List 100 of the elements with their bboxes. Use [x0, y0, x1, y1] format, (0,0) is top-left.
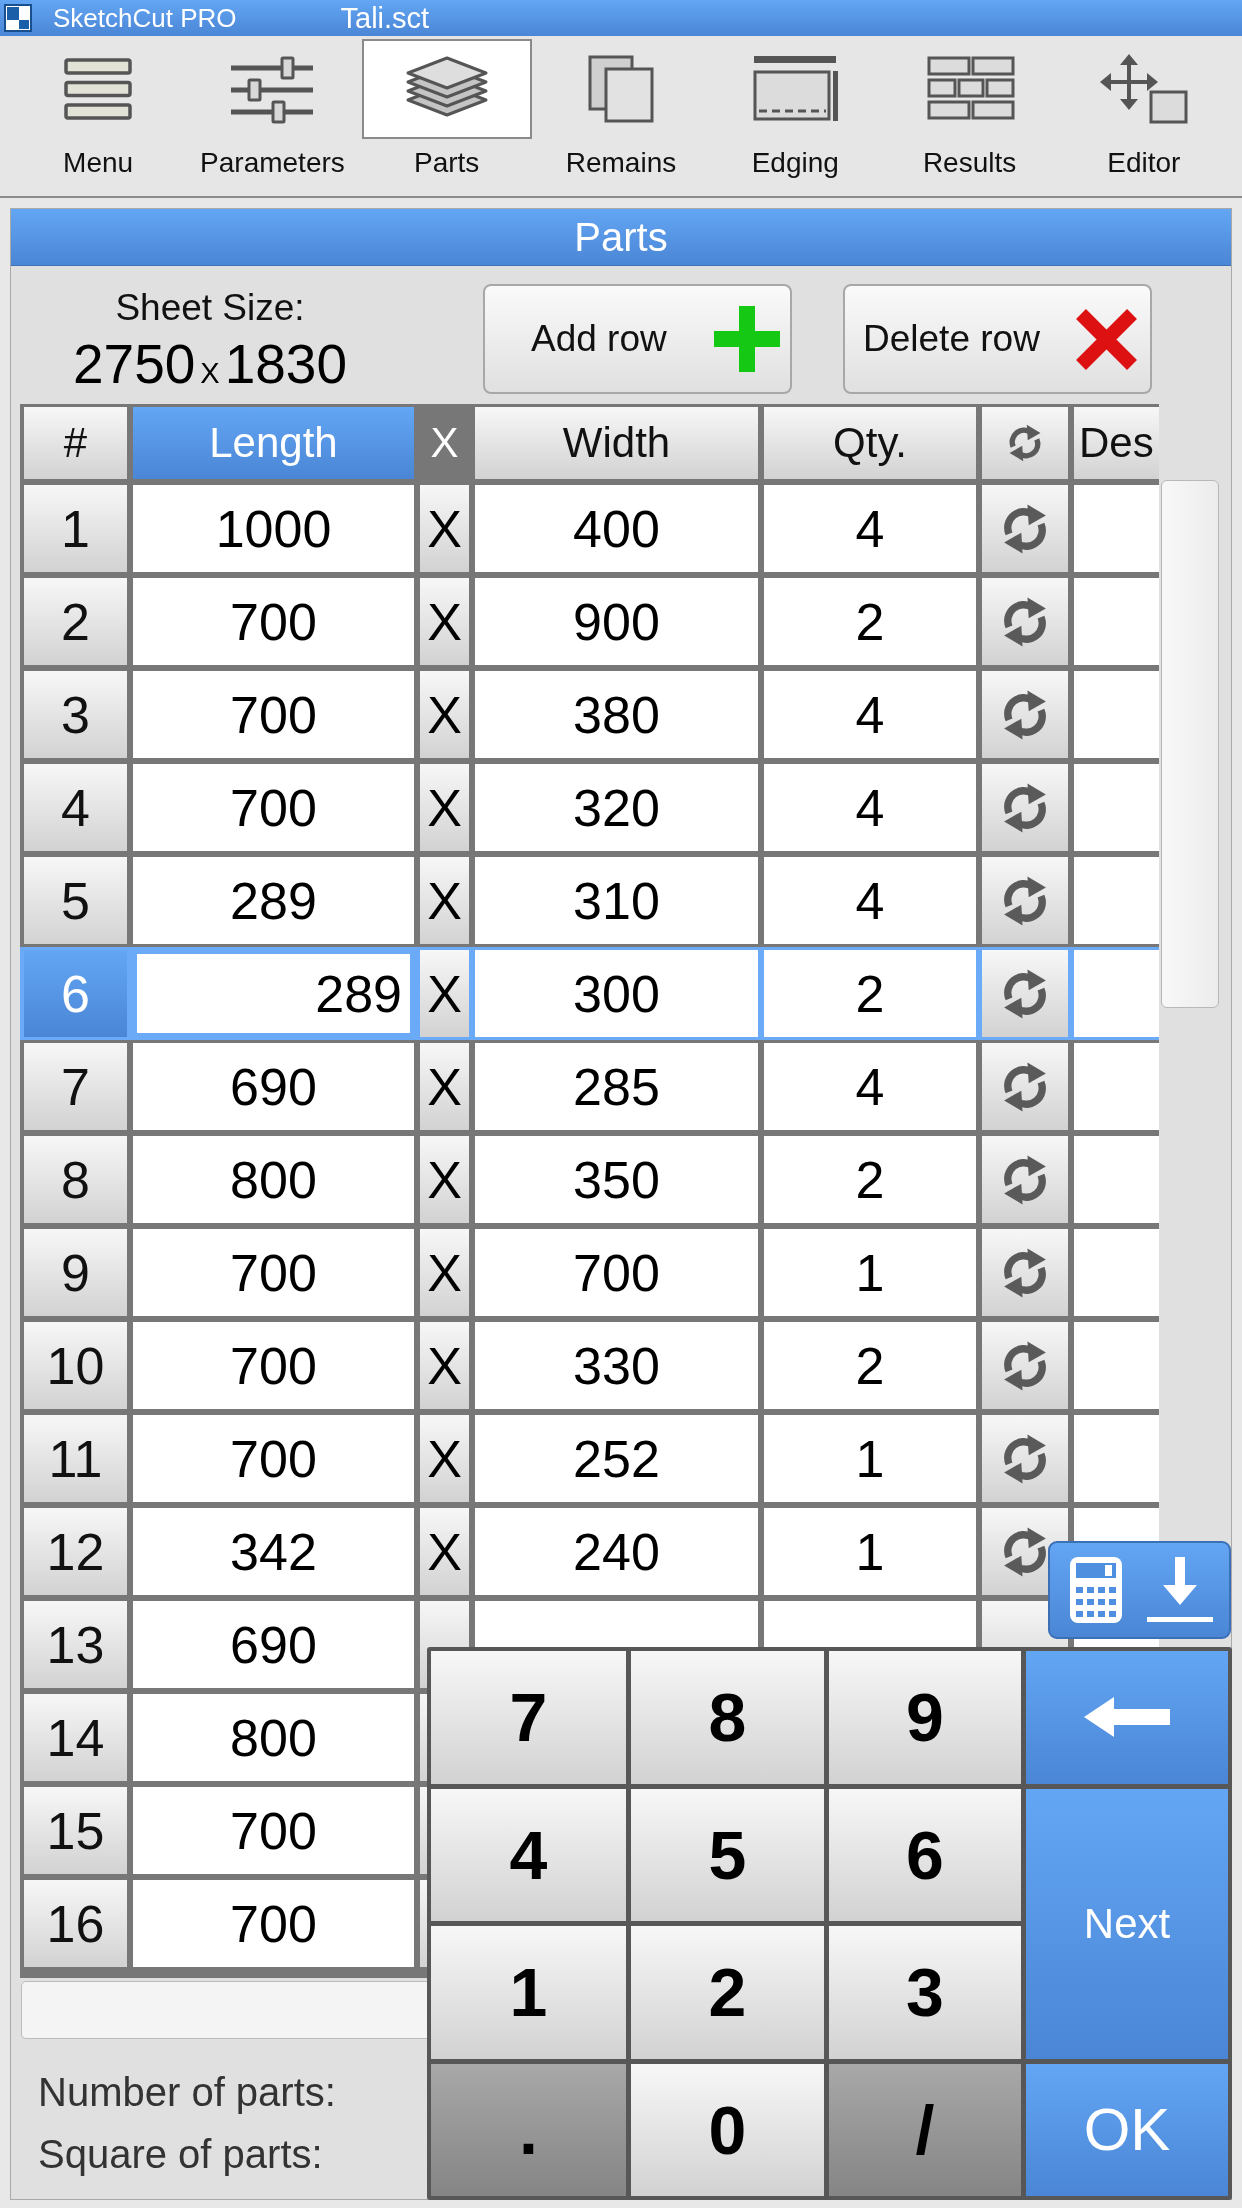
- toolbar-tab[interactable]: Results: [884, 36, 1055, 196]
- table-cell[interactable]: 4: [764, 485, 976, 572]
- table-cell[interactable]: 4: [764, 764, 976, 851]
- row-number[interactable]: 8: [24, 1136, 127, 1223]
- table-cell[interactable]: 1: [764, 1415, 976, 1502]
- table-cell[interactable]: 700: [133, 671, 414, 758]
- column-header[interactable]: Width: [475, 407, 758, 479]
- table-cell[interactable]: 700: [133, 764, 414, 851]
- column-header[interactable]: Qty.: [764, 407, 976, 479]
- digit-key[interactable]: 9: [829, 1651, 1021, 1784]
- table-cell[interactable]: 310: [475, 857, 758, 944]
- table-cell[interactable]: 1000: [133, 485, 414, 572]
- rotate-button[interactable]: [982, 950, 1068, 1037]
- table-cell[interactable]: 285: [475, 1043, 758, 1130]
- table-cell[interactable]: 320: [475, 764, 758, 851]
- left-arrow-icon: [1082, 1695, 1172, 1740]
- digit-key[interactable]: 3: [829, 1926, 1021, 2059]
- column-header[interactable]: [982, 407, 1068, 479]
- row-number[interactable]: 9: [24, 1229, 127, 1316]
- table-cell[interactable]: 700: [133, 1322, 414, 1409]
- table-cell[interactable]: 4: [764, 671, 976, 758]
- row-number[interactable]: 10: [24, 1322, 127, 1409]
- toolbar-tab[interactable]: Parameters: [187, 36, 358, 196]
- table-row[interactable]: 6 289 X 300 2: [20, 947, 1159, 1040]
- table-cell[interactable]: 289: [133, 857, 414, 944]
- toolbar-tab[interactable]: Remains: [536, 36, 706, 196]
- table-cell[interactable]: 700: [133, 578, 414, 665]
- digit-key[interactable]: 7: [431, 1651, 626, 1784]
- table-cell[interactable]: 350: [475, 1136, 758, 1223]
- digit-key[interactable]: 2: [631, 1926, 824, 2059]
- table-cell[interactable]: 700: [133, 1787, 414, 1874]
- rotate-button[interactable]: [982, 764, 1068, 851]
- row-number[interactable]: 12: [24, 1508, 127, 1595]
- table-cell: X: [420, 1229, 469, 1316]
- table-cell[interactable]: 800: [133, 1694, 414, 1781]
- table-cell[interactable]: 700: [475, 1229, 758, 1316]
- table-cell: X: [420, 1415, 469, 1502]
- column-header[interactable]: #: [24, 407, 127, 479]
- table-cell[interactable]: 240: [475, 1508, 758, 1595]
- vertical-scrollbar[interactable]: [1161, 480, 1219, 1008]
- digit-key[interactable]: 5: [631, 1788, 824, 1921]
- delete-row-button[interactable]: Delete row: [843, 284, 1152, 394]
- column-header[interactable]: Des: [1074, 407, 1159, 479]
- table-cell[interactable]: 690: [133, 1601, 414, 1688]
- rotate-button[interactable]: [982, 485, 1068, 572]
- row-number[interactable]: 5: [24, 857, 127, 944]
- table-cell[interactable]: 2: [764, 578, 976, 665]
- digit-key[interactable]: 4: [431, 1788, 626, 1921]
- table-cell[interactable]: 700: [133, 1229, 414, 1316]
- table-cell[interactable]: 330: [475, 1322, 758, 1409]
- table-cell[interactable]: 800: [133, 1136, 414, 1223]
- rotate-button[interactable]: [982, 1229, 1068, 1316]
- row-number[interactable]: 3: [24, 671, 127, 758]
- row-number[interactable]: 16: [24, 1880, 127, 1967]
- rotate-button[interactable]: [982, 857, 1068, 944]
- table-cell[interactable]: 900: [475, 578, 758, 665]
- row-number[interactable]: 13: [24, 1601, 127, 1688]
- calculator-button[interactable]: [1048, 1541, 1231, 1639]
- backspace-key[interactable]: [1026, 1651, 1228, 1784]
- toolbar-tab[interactable]: Editor: [1058, 36, 1229, 196]
- toolbar-tab[interactable]: Menu: [13, 36, 184, 196]
- table-cell[interactable]: 400: [475, 485, 758, 572]
- row-number[interactable]: 7: [24, 1043, 127, 1130]
- rotate-button[interactable]: [982, 1043, 1068, 1130]
- rotate-button[interactable]: [982, 578, 1068, 665]
- digit-key[interactable]: 0: [631, 2063, 824, 2196]
- rotate-button[interactable]: [982, 1136, 1068, 1223]
- table-cell[interactable]: 300: [475, 950, 758, 1037]
- row-number[interactable]: 11: [24, 1415, 127, 1502]
- rotate-button[interactable]: [982, 671, 1068, 758]
- rotate-button[interactable]: [982, 1322, 1068, 1409]
- row-number[interactable]: 15: [24, 1787, 127, 1874]
- toolbar-tab[interactable]: Parts: [361, 36, 532, 196]
- add-row-button[interactable]: Add row: [483, 284, 792, 394]
- table-cell[interactable]: 1: [764, 1508, 976, 1595]
- table-cell[interactable]: 4: [764, 857, 976, 944]
- table-cell[interactable]: 380: [475, 671, 758, 758]
- symbol-key[interactable]: .: [431, 2063, 626, 2196]
- table-cell[interactable]: 342: [133, 1508, 414, 1595]
- table-cell: X: [420, 764, 469, 851]
- table-cell[interactable]: 2: [764, 1136, 976, 1223]
- digit-key[interactable]: 6: [829, 1788, 1021, 1921]
- row-number[interactable]: 2: [24, 578, 127, 665]
- row-number[interactable]: 14: [24, 1694, 127, 1781]
- table-cell[interactable]: 700: [133, 1415, 414, 1502]
- table-cell[interactable]: 700: [133, 1880, 414, 1967]
- digit-key[interactable]: 8: [631, 1651, 824, 1784]
- row-number[interactable]: 1: [24, 485, 127, 572]
- table-cell[interactable]: 1: [764, 1229, 976, 1316]
- table-cell: X: [420, 1136, 469, 1223]
- row-number[interactable]: 4: [24, 764, 127, 851]
- digit-key[interactable]: 1: [431, 1926, 626, 2059]
- rotate-button[interactable]: [982, 1415, 1068, 1502]
- table-cell[interactable]: 2: [764, 950, 976, 1037]
- toolbar-tab[interactable]: Edging: [710, 36, 881, 196]
- table-cell[interactable]: 2: [764, 1322, 976, 1409]
- symbol-key[interactable]: /: [829, 2063, 1021, 2196]
- table-cell[interactable]: 690: [133, 1043, 414, 1130]
- table-cell[interactable]: 252: [475, 1415, 758, 1502]
- table-cell[interactable]: 4: [764, 1043, 976, 1130]
